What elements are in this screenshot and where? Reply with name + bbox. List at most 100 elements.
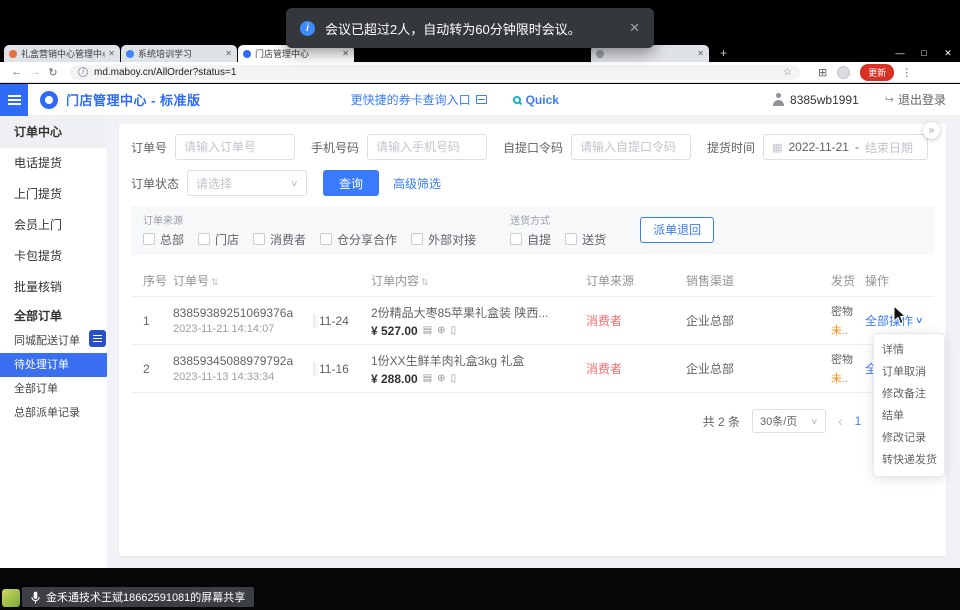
sidebar-item-card-pickup[interactable]: 卡包提货 <box>0 241 107 272</box>
sort-icon[interactable]: ⇅ <box>211 277 219 287</box>
filter-row-1: 订单号 手机号码 自提口令码 提货时间 <box>131 134 934 160</box>
checkbox-delivery[interactable]: 送货 <box>565 231 606 248</box>
order-status-select[interactable]: 请选择 ∨ <box>187 170 307 196</box>
checkbox-icon <box>143 233 155 245</box>
calendar-icon: ▦ <box>772 141 782 154</box>
app-logo <box>40 91 58 109</box>
checkbox-icon <box>510 233 522 245</box>
window-maximize-button[interactable]: □ <box>912 45 936 62</box>
toast-close-icon[interactable]: ✕ <box>619 20 640 36</box>
ship-line1: 密物 <box>831 351 861 367</box>
checkbox-consumer[interactable]: 消费者 <box>253 231 306 248</box>
forward-button[interactable]: → <box>26 66 44 78</box>
sidebar-item-all-orders[interactable]: 全部订单 <box>0 377 107 401</box>
checkbox-label: 总部 <box>160 231 184 248</box>
tab-close-icon[interactable]: ✕ <box>697 49 704 58</box>
checkbox-icon <box>253 233 265 245</box>
sidebar-item-hq-dispatch-records[interactable]: 总部派单记录 <box>0 401 107 425</box>
reload-button[interactable]: ↻ <box>44 66 62 79</box>
sidebar-item-door-pickup[interactable]: 上门提货 <box>0 179 107 210</box>
checkbox-external[interactable]: 外部对接 <box>411 231 476 248</box>
row-index: 1 <box>143 314 173 328</box>
bookmark-star-icon[interactable]: ☆ <box>783 67 792 78</box>
page-number-1[interactable]: 1 <box>855 414 862 428</box>
user-account[interactable]: 8385wb1991 <box>772 93 859 107</box>
sidebar-expand-button[interactable] <box>89 330 106 347</box>
col-ship-header: 发货 <box>831 272 861 289</box>
window-minimize-button[interactable]: — <box>888 45 912 62</box>
sidebar-item-member-visit[interactable]: 会员上门 <box>0 210 107 241</box>
gift-icon: ⊕ <box>437 373 445 384</box>
tab-title: 门店管理中心 <box>255 47 339 60</box>
checkbox-store[interactable]: 门店 <box>198 231 239 248</box>
order-no-cell: 83859389251069376a 2023-11-21 14:14:07 <box>173 306 313 335</box>
back-button[interactable]: ← <box>8 66 26 78</box>
screen: 礼盒营销中心管理中心 ✕ 系统培训学习 ✕ 门店管理中心 ✕ ✕ + — □ ✕… <box>0 0 960 610</box>
sidebar-item-pending-orders-active[interactable]: 待处理订单 <box>0 353 107 377</box>
browser-menu-icon[interactable]: ⋮ <box>901 66 912 79</box>
advanced-filter-link[interactable]: 高级筛选 <box>393 175 441 192</box>
pickup-code-input[interactable] <box>571 134 691 160</box>
quick-search[interactable]: Quick <box>513 93 559 107</box>
username: 8385wb1991 <box>790 93 859 107</box>
pickup-time-label: 提货时间 <box>707 139 755 156</box>
sort-icon[interactable]: ⇅ <box>421 277 429 287</box>
extensions-icon[interactable]: ⊞ <box>818 66 827 79</box>
order-no-input[interactable] <box>175 134 295 160</box>
new-tab-button[interactable]: + <box>720 45 727 62</box>
dispatch-return-button[interactable]: 派单退回 <box>640 217 714 243</box>
page-size-select[interactable]: 30条/页 ∨ <box>752 409 826 433</box>
col-action-header: 操作 <box>861 272 934 289</box>
menu-item-switch-express[interactable]: 转快递发货 <box>874 449 944 471</box>
sharer-avatar <box>2 589 20 607</box>
checkbox-label: 外部对接 <box>428 231 476 248</box>
chevron-down-icon: ∨ <box>810 416 819 427</box>
tab-close-icon[interactable]: ✕ <box>108 49 115 58</box>
site-info-icon[interactable]: i <box>78 67 88 77</box>
sidebar-group-all-orders[interactable]: 全部订单 <box>0 303 107 329</box>
logout-button[interactable]: ↪ 退出登录 <box>885 91 946 108</box>
sidebar-section-order-center[interactable]: 订单中心 <box>0 116 107 148</box>
menu-item-close-order[interactable]: 结单 <box>874 405 944 427</box>
ship-status-cell: 密物 未.. <box>831 303 861 338</box>
tab-favicon <box>243 50 251 58</box>
order-content-cell: 1份XX生鲜羊肉礼盒3kg 礼盒 ¥ 288.00 ▤ ⊕ ▯ <box>371 352 586 386</box>
menu-item-edit-history[interactable]: 修改记录 <box>874 427 944 449</box>
order-price: ¥ 288.00 <box>371 372 418 386</box>
checkbox-hq[interactable]: 总部 <box>143 231 184 248</box>
tab-close-icon[interactable]: ✕ <box>225 49 232 58</box>
menu-item-edit-remark[interactable]: 修改备注 <box>874 383 944 405</box>
search-button[interactable]: 查询 <box>323 170 379 196</box>
checkbox-icon <box>565 233 577 245</box>
source-filter-box: 订单来源 总部 门店 消费者 仓分享合作 外部对接 送货方式 <box>131 206 934 255</box>
ship-line2: 未.. <box>831 370 861 386</box>
coupon-query-link[interactable]: 更快捷的券卡查询入口 <box>351 91 487 108</box>
date-range-picker[interactable]: ▦ 2022-11-21 - 结束日期 <box>763 134 928 160</box>
prev-page-button[interactable]: ‹ <box>838 413 843 429</box>
checkbox-self-pickup[interactable]: 自提 <box>510 231 551 248</box>
profile-avatar[interactable] <box>837 66 850 79</box>
tab-close-icon[interactable]: ✕ <box>342 49 349 58</box>
sidebar-item-phone-pickup[interactable]: 电话提货 <box>0 148 107 179</box>
window-close-button[interactable]: ✕ <box>936 45 960 62</box>
date-separator: - <box>855 140 859 154</box>
menu-item-details[interactable]: 详情 <box>874 339 944 361</box>
checkbox-share-coop[interactable]: 仓分享合作 <box>320 231 397 248</box>
date-end-placeholder: 结束日期 <box>865 139 913 156</box>
phone-input[interactable] <box>367 134 487 160</box>
table-header: 序号 订单号⇅ 订单内容⇅ 订单来源 销售渠道 发货 操作 <box>131 265 934 297</box>
sidebar-item-batch-writeoff[interactable]: 批量核销 <box>0 272 107 303</box>
chrome-update-button[interactable]: 更新 <box>860 64 894 81</box>
ship-line2: 未.. <box>831 322 861 338</box>
menu-item-cancel-order[interactable]: 订单取消 <box>874 361 944 383</box>
browser-tab-1[interactable]: 礼盒营销中心管理中心 ✕ <box>4 45 120 62</box>
browser-tab-2[interactable]: 系统培训学习 ✕ <box>121 45 237 62</box>
collapse-panel-button[interactable]: » <box>923 122 940 139</box>
filter-row-2: 订单状态 请选择 ∨ 查询 高级筛选 <box>131 170 934 196</box>
checkbox-label: 送货 <box>582 231 606 248</box>
app-title: 门店管理中心 - 标准版 <box>66 90 201 109</box>
address-bar[interactable]: i md.maboy.cn/AllOrder?status=1 ☆ <box>70 65 800 80</box>
page-size-value: 30条/页 <box>760 413 797 429</box>
hamburger-menu-button[interactable] <box>0 84 28 116</box>
phone-label: 手机号码 <box>311 139 359 156</box>
